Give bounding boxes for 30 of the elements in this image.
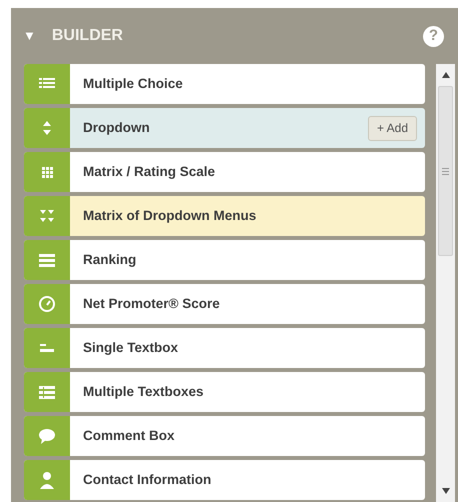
item-label: Multiple Textboxes [83, 382, 204, 401]
question-type-item[interactable]: Ranking [24, 240, 425, 280]
question-type-item[interactable]: Contact Information [24, 460, 425, 500]
scrollbar[interactable] [436, 64, 455, 502]
item-label: Net Promoter® Score [83, 294, 220, 313]
item-label: Ranking [83, 250, 136, 269]
speech-bubble-icon [37, 426, 57, 446]
scroll-down-icon[interactable] [442, 488, 450, 494]
panel-title: BUILDER [52, 26, 123, 46]
question-type-item[interactable]: Net Promoter® Score [24, 284, 425, 324]
person-icon [37, 470, 57, 490]
item-label: Single Textbox [83, 338, 178, 357]
gauge-icon [37, 294, 57, 314]
item-label: Matrix / Rating Scale [83, 162, 216, 181]
scrollbar-thumb[interactable] [438, 86, 453, 256]
question-type-item[interactable]: Multiple Choice [24, 64, 425, 104]
question-type-item[interactable]: Single Textbox [24, 328, 425, 368]
item-label: Contact Information [83, 470, 212, 489]
item-label: Multiple Choice [83, 74, 183, 93]
add-button[interactable]: + Add [368, 116, 417, 140]
item-label: Matrix of Dropdown Menus [83, 206, 256, 225]
item-label: Comment Box [83, 426, 175, 445]
question-type-item[interactable]: Dropdown + Add [24, 108, 425, 148]
question-type-item[interactable]: Matrix / Rating Scale [24, 152, 425, 192]
question-type-item[interactable]: Matrix of Dropdown Menus [24, 196, 425, 236]
scroll-up-icon[interactable] [442, 72, 450, 78]
grip-icon [442, 168, 449, 174]
item-label: Dropdown [83, 118, 150, 137]
question-type-item[interactable]: Comment Box [24, 416, 425, 456]
question-type-item[interactable]: Multiple Textboxes [24, 372, 425, 412]
